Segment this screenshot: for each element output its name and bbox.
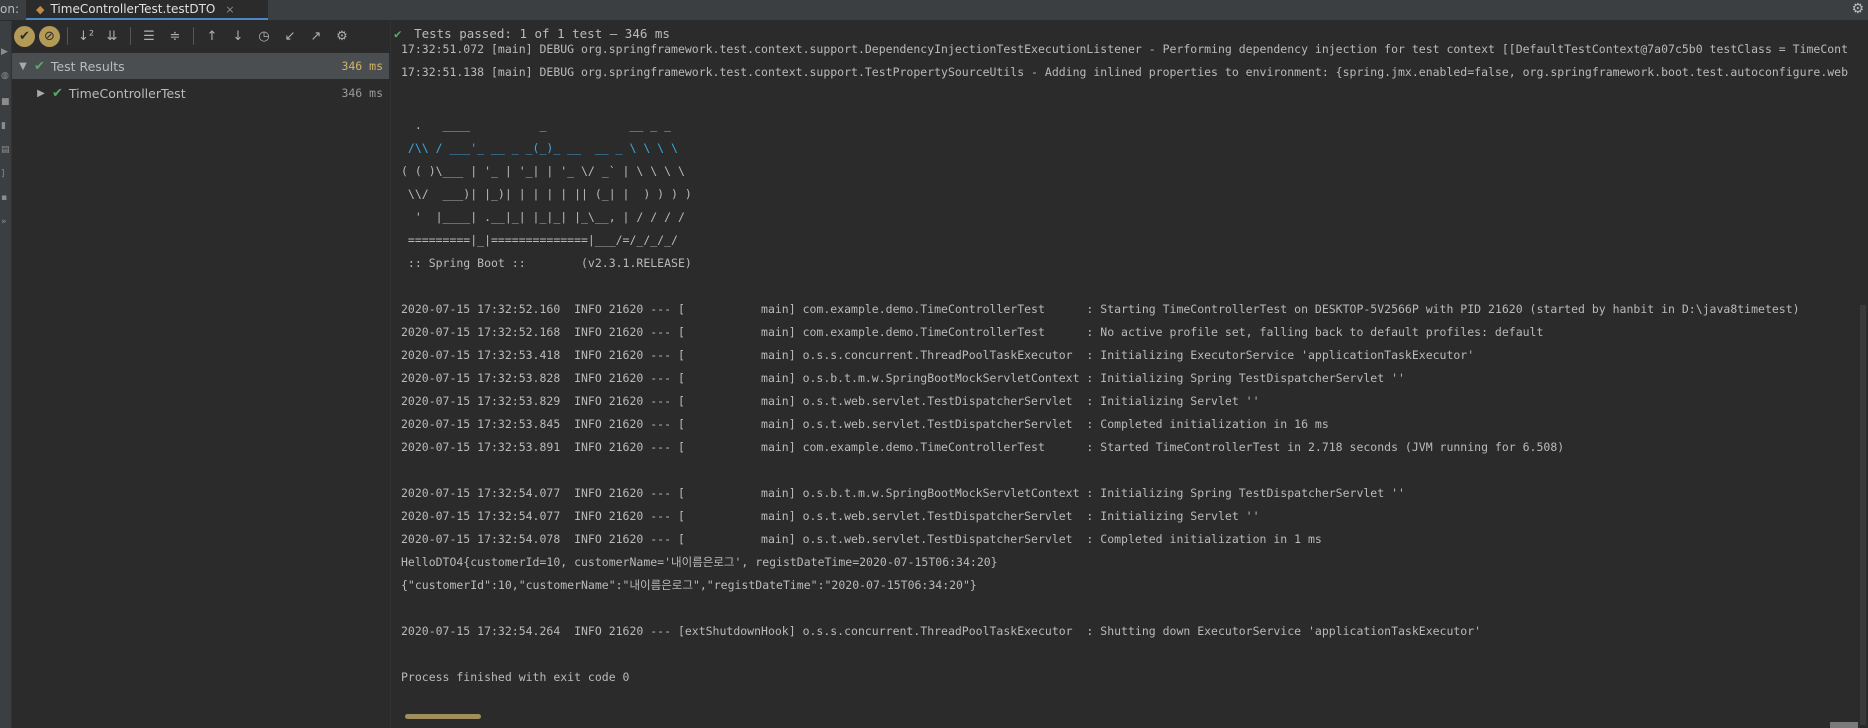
passed-icon: ✔ <box>52 85 63 101</box>
export-tests-icon[interactable]: ↗ <box>305 25 327 47</box>
console-line: 2020-07-15 17:32:53.418 INFO 21620 --- [… <box>401 348 1475 362</box>
console-line: . ____ _ __ _ _ <box>401 118 672 132</box>
console-line: 2020-07-15 17:32:54.264 INFO 21620 --- [… <box>401 624 1482 638</box>
import-tests-icon[interactable]: ↙ <box>279 25 301 47</box>
print-icon[interactable]: ▪ <box>1 193 7 203</box>
stop-icon[interactable]: ■ <box>1 97 10 107</box>
console-line: Process finished with exit code 0 <box>401 670 630 684</box>
next-failed-icon[interactable]: ↓ <box>227 25 249 47</box>
console-line: ( ( )\___ | '_ | '_| | '_ \/ _` | \ \ \ … <box>401 164 685 178</box>
console-line: {"customerId":10,"customerName":"내이름은로그"… <box>401 578 977 592</box>
sort-duration-icon[interactable]: ⇊ <box>101 25 123 47</box>
rerun-icon[interactable]: ▶ <box>1 47 8 57</box>
console-output[interactable]: 17:32:51.072 [main] DEBUG org.springfram… <box>391 40 1868 728</box>
previous-failed-icon[interactable]: ↑ <box>201 25 223 47</box>
console-line: \\/ ___)| |_)| | | | | || (_| | ) ) ) ) <box>401 187 692 201</box>
toolbar-separator <box>193 27 194 45</box>
chevron-down-icon[interactable]: ▼ <box>16 61 30 72</box>
console-line: 2020-07-15 17:32:53.891 INFO 21620 --- [… <box>401 440 1565 454</box>
show-ignored-icon[interactable]: ⊘ <box>39 25 60 47</box>
tree-item-test-results[interactable]: ▼ ✔ Test Results 346 ms <box>12 53 389 79</box>
status-prefix: Tests passed: <box>414 26 512 41</box>
console-line: /\\ / ___'_ __ _ _(_)_ __ __ _ \ \ \ \ <box>401 141 678 155</box>
tree-item-timecontrollertest[interactable]: ▶ ✔ TimeControllerTest 346 ms <box>12 80 389 106</box>
tree-item-time: 346 ms <box>341 86 383 100</box>
settings-icon[interactable]: ⚙ <box>331 25 353 47</box>
collapse-all-icon[interactable]: ≑ <box>164 25 186 47</box>
test-runner-toolbar: ✔ ⊘ ↓² ⇊ ☰ ≑ ↑ ↓ ◷ ↙ ↗ ⚙ <box>12 21 390 51</box>
test-history-icon[interactable]: ◷ <box>253 25 275 47</box>
status-count: 1 <box>519 26 527 41</box>
more-icon[interactable]: » <box>1 217 7 227</box>
run-config-icon: ◆ <box>36 2 45 16</box>
console-line: 2020-07-15 17:32:53.845 INFO 21620 --- [… <box>401 417 1329 431</box>
debug-icon[interactable]: ◍ <box>1 71 9 81</box>
console-line: 2020-07-15 17:32:54.077 INFO 21620 --- [… <box>401 486 1405 500</box>
console-line: =========|_|==============|___/=/_/_/_/ <box>401 233 678 247</box>
run-label: on: <box>0 2 19 16</box>
check-icon: ✔ <box>394 26 402 41</box>
gear-icon[interactable]: ⚙ <box>1851 1 1864 17</box>
tree-item-label: TimeControllerTest <box>68 85 186 101</box>
show-passed-icon[interactable]: ✔ <box>14 25 35 47</box>
test-results-tree: ▼ ✔ Test Results 346 ms ▶ ✔ TimeControll… <box>12 51 389 728</box>
console-line: 2020-07-15 17:32:52.160 INFO 21620 --- [… <box>401 302 1800 316</box>
toolbar-separator <box>130 27 131 45</box>
bracket-icon[interactable]: ] <box>1 169 5 179</box>
layout-icon[interactable]: ▤ <box>1 145 10 155</box>
tab-close-icon[interactable]: × <box>225 3 234 16</box>
tab-title: TimeControllerTest.testDTO <box>50 2 216 16</box>
vertical-scrollbar[interactable] <box>1860 305 1866 725</box>
expand-all-icon[interactable]: ☰ <box>138 25 160 47</box>
tab-run-configuration[interactable]: ◆ TimeControllerTest.testDTO × <box>26 0 268 20</box>
console-line: HelloDTO4{customerId=10, customerName='내… <box>401 555 998 569</box>
console-line: 2020-07-15 17:32:54.077 INFO 21620 --- [… <box>401 509 1260 523</box>
status-suffix: of 1 test – 346 ms <box>534 26 670 41</box>
console-line: 17:32:51.072 [main] DEBUG org.springfram… <box>401 42 1849 56</box>
passed-icon: ✔ <box>34 58 45 74</box>
console-line: 2020-07-15 17:32:54.078 INFO 21620 --- [… <box>401 532 1322 546</box>
tree-item-time: 346 ms <box>341 59 383 73</box>
sort-alpha-icon[interactable]: ↓² <box>75 25 97 47</box>
console-line: 2020-07-15 17:32:53.828 INFO 21620 --- [… <box>401 371 1405 385</box>
console-line: 17:32:51.138 [main] DEBUG org.springfram… <box>401 65 1849 79</box>
horizontal-scrollbar-thumb[interactable] <box>405 714 481 719</box>
console-line: 2020-07-15 17:32:52.168 INFO 21620 --- [… <box>401 325 1544 339</box>
toolbar-separator <box>67 27 68 45</box>
scroll-corner <box>1830 722 1858 728</box>
console-line: ' |____| .__|_| |_|_| |_\__, | / / / / <box>401 210 685 224</box>
chevron-right-icon[interactable]: ▶ <box>34 88 48 99</box>
run-tool-window-header: on: ◆ TimeControllerTest.testDTO × ⚙ <box>0 0 1868 21</box>
console-line: 2020-07-15 17:32:53.829 INFO 21620 --- [… <box>401 394 1260 408</box>
console-line: :: Spring Boot :: (v2.3.1.RELEASE) <box>401 256 692 270</box>
tests-status: ✔ Tests passed: 1 of 1 test – 346 ms <box>394 26 670 41</box>
left-tool-strip: ▶ ◍ ■ ▮ ▤ ] ▪ » <box>0 21 12 728</box>
tree-item-label: Test Results <box>50 58 125 74</box>
pin-icon[interactable]: ▮ <box>1 121 6 131</box>
